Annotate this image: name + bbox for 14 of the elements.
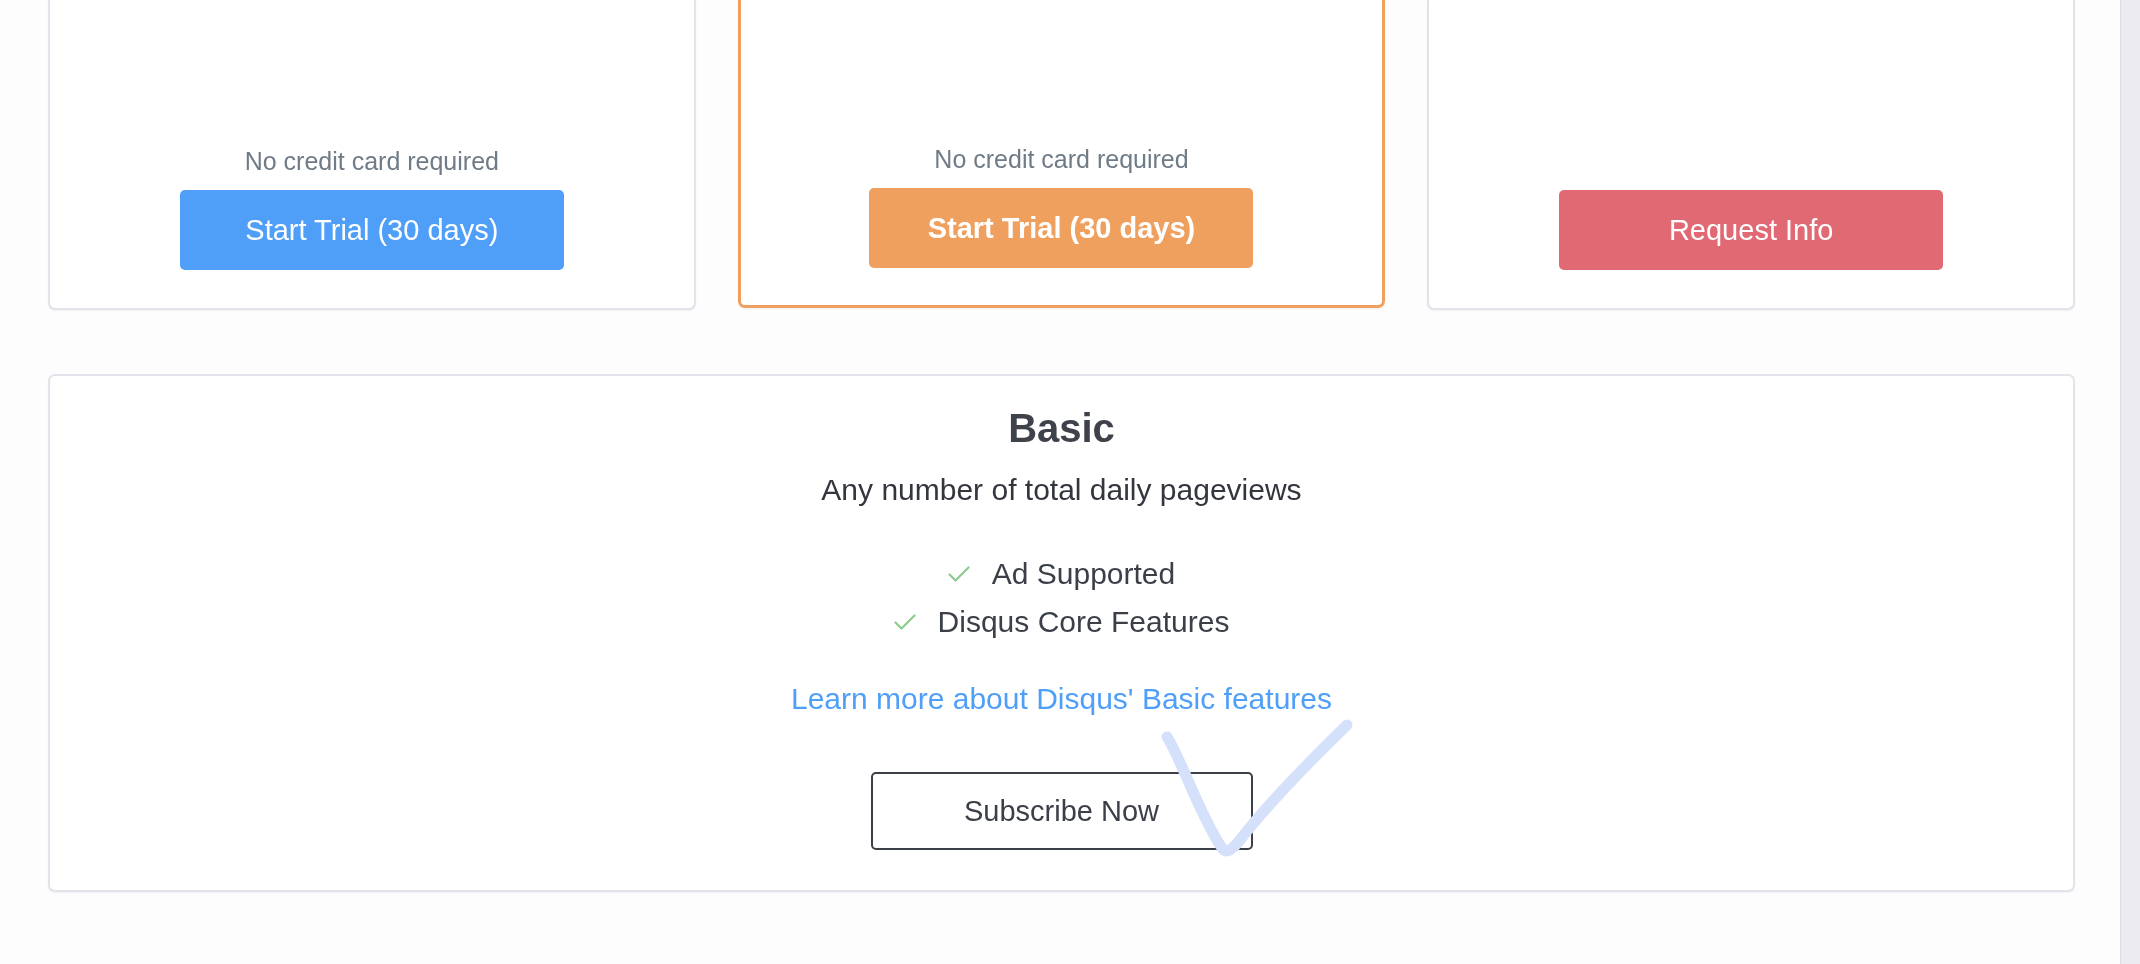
subscribe-button[interactable]: Subscribe Now [870, 772, 1253, 850]
feature-text: Disqus Core Features [937, 604, 1230, 640]
plan-note: No credit card required [934, 144, 1189, 174]
plan-subtitle: Any number of total daily pageviews [821, 472, 1302, 508]
plan-button[interactable]: Start Trial (30 days) [869, 188, 1254, 268]
feature-text: Ad Supported [991, 556, 1176, 592]
check-icon [893, 614, 916, 630]
check-icon [947, 566, 970, 582]
plan-note: No credit card required [244, 146, 499, 176]
plan-button[interactable]: Request Info [1559, 190, 1944, 270]
plan-title: Basic [1008, 405, 1115, 452]
features-link[interactable]: Learn more about Disqus' Basic features [791, 679, 1332, 719]
plan-button[interactable]: Start Trial (30 days) [179, 190, 564, 270]
scrollbar[interactable] [2120, 0, 2140, 964]
